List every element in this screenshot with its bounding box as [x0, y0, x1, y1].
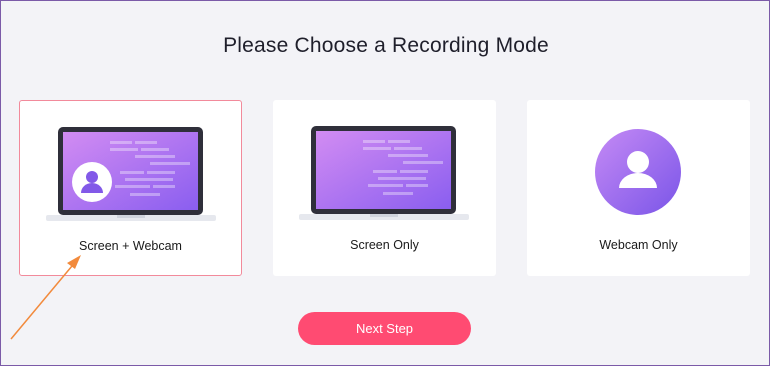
window-frame: Please Choose a Recording Mode Screen + … [0, 0, 770, 366]
annotation-arrow-icon [10, 255, 81, 340]
